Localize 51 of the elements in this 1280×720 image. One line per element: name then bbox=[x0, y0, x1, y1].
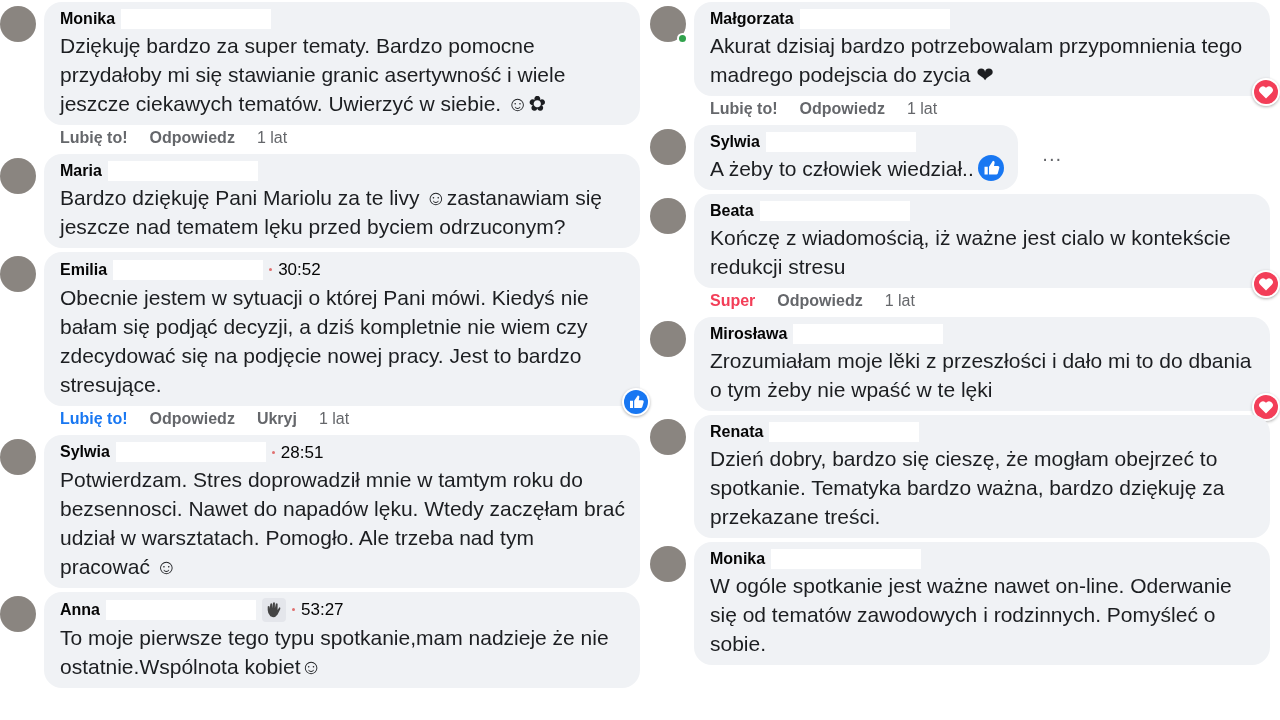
comment-text: Zrozumiałam moje lěki z przeszłości i dało mi to do dbania o tym żeby nie wpaść w te lęki bbox=[710, 349, 1252, 401]
avatar-circle[interactable] bbox=[0, 6, 36, 42]
comment-time: 30:52 bbox=[278, 259, 321, 281]
author-name[interactable]: Mirosława bbox=[710, 322, 788, 346]
action-link[interactable]: Odpowiedz bbox=[777, 289, 863, 313]
comment-text: Dzień dobry, bardzo się cieszę, że mogłam obejrzeć to spotkanie. Tematyka bardzo ważna, bardzo dziękuję za przekazane treści. bbox=[710, 447, 1225, 528]
action-link[interactable]: Odpowiedz bbox=[799, 97, 885, 121]
avatar-circle[interactable] bbox=[0, 256, 36, 292]
comment-text: Akurat dzisiaj bardzo potrzebowalam przypomnienia tego madrego podejscia do zycia ❤ bbox=[710, 34, 1243, 86]
avatar-circle[interactable] bbox=[0, 158, 36, 194]
author-name[interactable]: Sylwia bbox=[710, 130, 760, 154]
comment-text: Bardzo dziękuję Pani Mariolu za te livy ☺zastanawiam się jeszcze nad tematem lęku przed byciem odrzuconym? bbox=[60, 186, 602, 238]
comment-text: Kończę z wiadomością, iż ważne jest cialo w kontekście redukcji stresu bbox=[710, 226, 1231, 278]
avatar-circle[interactable] bbox=[0, 438, 36, 475]
avatar-circle[interactable] bbox=[0, 596, 36, 632]
thumbs-up-icon bbox=[977, 155, 1004, 181]
author-name[interactable]: Emilia bbox=[60, 257, 108, 282]
avatar-circle[interactable] bbox=[650, 129, 686, 165]
comment-text: To moje pierwsze tego typu spotkanie,mam nadzieje że nie ostatnie.Wspólnota kobiet☺ bbox=[60, 625, 609, 678]
avatar-circle[interactable] bbox=[650, 198, 686, 234]
author-name[interactable]: Monika bbox=[710, 547, 766, 571]
like-link[interactable]: Lubię to! bbox=[60, 406, 128, 431]
author-name[interactable]: Renata bbox=[710, 420, 764, 444]
comment-text: Obecnie jestem w sytuacji o której Pani mówi. Kiedyś nie bałam się podjąć decyzji, a dziś kompletnie nie wiem czy zdecydować się na podjęcie nowej pracy. Jest to bardzo stresujące. bbox=[60, 285, 589, 396]
author-name[interactable]: Maria bbox=[60, 159, 102, 183]
comment-text: W ogóle spotkanie jest ważne nawet on-line. Oderwanie się od tematów zawodowych i rodzinnych. Pomyśleć o sobie. bbox=[710, 574, 1232, 655]
comment-age: 1 lat bbox=[318, 408, 350, 429]
action-link[interactable]: Odpowiedz bbox=[149, 126, 235, 150]
author-name[interactable]: Monika bbox=[60, 7, 116, 31]
author-name[interactable]: Małgorzata bbox=[710, 7, 794, 31]
comment-age: 1 lat bbox=[884, 291, 915, 311]
more-options-button[interactable]: ··· bbox=[1037, 142, 1066, 173]
avatar-circle[interactable] bbox=[650, 546, 686, 582]
comment-age: 1 lat bbox=[256, 128, 288, 148]
author-name[interactable]: Sylwia bbox=[60, 440, 110, 465]
like-link[interactable]: Super bbox=[710, 289, 756, 313]
comment-text: A żeby to człowiek wiedział.. bbox=[710, 157, 974, 180]
author-name[interactable]: Beata bbox=[710, 199, 754, 223]
action-link[interactable]: Ukryj bbox=[256, 406, 297, 431]
avatar-circle[interactable] bbox=[650, 6, 686, 42]
like-link[interactable]: Lubię to! bbox=[60, 126, 128, 150]
author-name[interactable]: Anna bbox=[60, 597, 100, 622]
comment-age: 1 lat bbox=[906, 99, 938, 119]
comment-text: Dziękuję bardzo za super tematy. Bardzo pomocne przydałoby mi się stawianie granic asertywność i wiele jeszcze ciekawych tematów. Uwierzyć w siebie. ☺✿ bbox=[60, 34, 566, 115]
avatar-circle[interactable] bbox=[650, 419, 686, 455]
action-link[interactable]: Odpowiedz bbox=[149, 406, 235, 431]
comment-text: Potwierdzam. Stres doprowadził mnie w tamtym roku do bezsennosci. Nawet do napadów lęku. Wtedy zaczęłam brać udział w warsztatach. Pomogło. Ale trzeba nad tym pracować ☺ bbox=[60, 468, 625, 578]
comment-time: 53:27 bbox=[301, 599, 344, 621]
comment-time: 28:51 bbox=[280, 441, 324, 464]
avatar-circle[interactable] bbox=[650, 321, 686, 357]
like-link[interactable]: Lubię to! bbox=[710, 97, 778, 121]
